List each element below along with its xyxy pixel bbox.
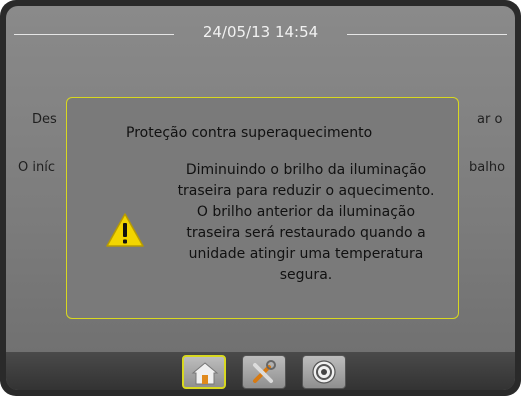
overheat-protection-dialog: Proteção contra superaquecimento Diminui… [66, 97, 459, 319]
home-button[interactable] [182, 355, 226, 389]
background-text-line1-right: ar o [477, 112, 503, 127]
screen: 24/05/13 14:54 Des ar o O iníc balho Pro… [6, 6, 515, 390]
dialog-message: Diminuindo o brilho da iluminação trasei… [177, 162, 435, 283]
warning-triangle-icon [106, 213, 144, 247]
target-icon [312, 360, 336, 384]
background-text-line2-left: O iníc [18, 160, 55, 175]
background-text-line2-right: balho [469, 160, 506, 175]
dialog-title: Proteção contra superaquecimento [126, 125, 373, 141]
header-divider-right [347, 34, 507, 35]
background-text-line1-left: Des [32, 112, 57, 127]
datetime-label: 24/05/13 14:54 [202, 23, 319, 41]
target-button[interactable] [302, 355, 346, 389]
device-frame: 24/05/13 14:54 Des ar o O iníc balho Pro… [0, 0, 521, 396]
tools-icon [253, 360, 276, 383]
home-icon [191, 362, 219, 385]
tools-button[interactable] [242, 355, 286, 389]
taskbar [6, 352, 515, 390]
